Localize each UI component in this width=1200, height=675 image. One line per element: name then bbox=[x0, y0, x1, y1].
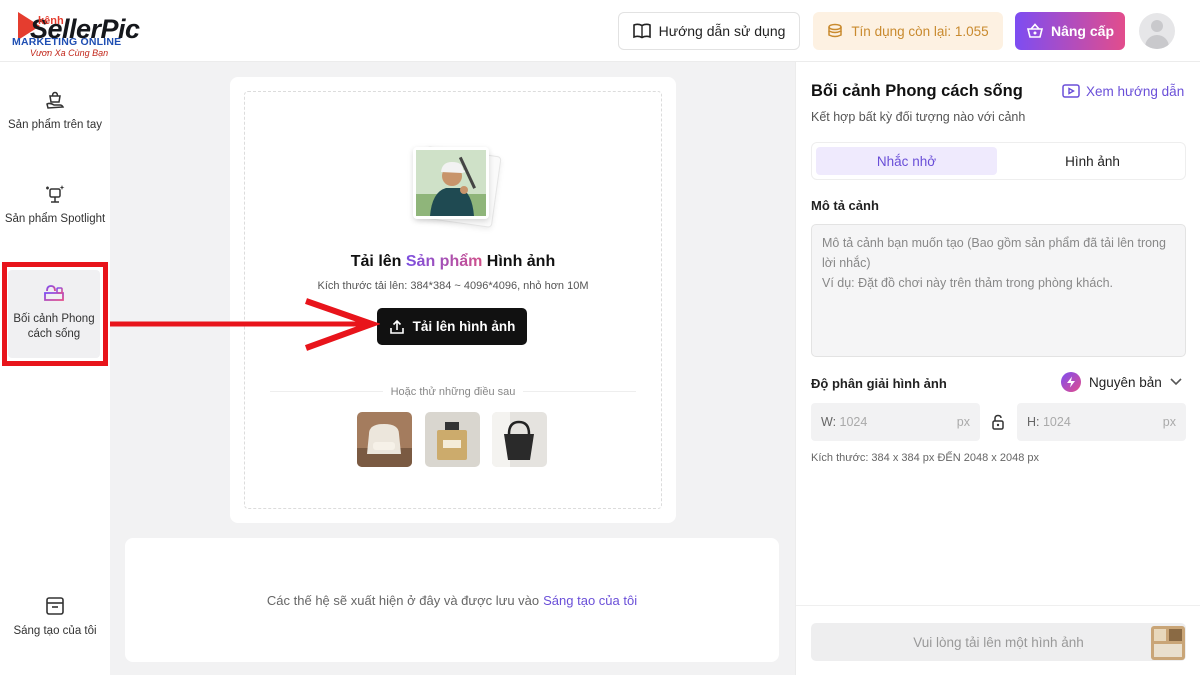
upgrade-label: Nâng cấp bbox=[1050, 23, 1114, 39]
height-key: H: bbox=[1027, 415, 1040, 429]
gallery-thumbnail[interactable] bbox=[1151, 626, 1185, 660]
avatar[interactable] bbox=[1139, 13, 1175, 49]
upload-image-button[interactable]: Tải lên hình ảnh bbox=[377, 308, 527, 345]
resolution-label: Độ phân giải hình ảnh bbox=[811, 376, 947, 391]
width-key: W: bbox=[821, 415, 837, 429]
archive-icon bbox=[43, 594, 67, 618]
scene-description-input[interactable]: Mô tả cảnh bạn muốn tạo (Bao gồm sản phẩ… bbox=[811, 224, 1186, 357]
upload-size-note: Kích thước tải lên: 384*384 ~ 4096*4096,… bbox=[317, 280, 589, 292]
sample-armchair[interactable] bbox=[357, 412, 412, 467]
generate-button[interactable]: Vui lòng tải lên một hình ảnh bbox=[811, 623, 1186, 661]
credit-badge[interactable]: Tín dụng còn lại: 1.055 bbox=[813, 12, 1003, 50]
sidebar-item-label: Sản phẩm Spotlight bbox=[4, 213, 106, 225]
scene-description-label: Mô tả cảnh bbox=[811, 198, 879, 213]
sidebar-item-my-creations[interactable]: Sáng tạo của tôi bbox=[0, 594, 110, 639]
upload-title: Tải lên Sản phẩm Hình ảnh bbox=[230, 253, 676, 271]
lightning-icon bbox=[1061, 372, 1081, 392]
avatar-head-shape bbox=[1151, 20, 1163, 32]
try-samples-label: Hoặc thử những điều sau bbox=[230, 386, 676, 398]
generations-note: Các thế hệ sẽ xuất hiện ở đây và được lư… bbox=[266, 592, 540, 608]
resolution-value: Nguyên bản bbox=[1089, 374, 1162, 390]
credit-label: Tín dụng còn lại: 1.055 bbox=[851, 23, 989, 39]
sidebar-item-hand-product[interactable]: Sản phẩm trên tay bbox=[0, 88, 110, 133]
upload-title-pre: Tải lên bbox=[350, 253, 406, 270]
dimension-range-note: Kích thước: 384 x 384 px ĐẾN 2048 x 2048… bbox=[811, 452, 1039, 464]
unlock-icon[interactable] bbox=[990, 414, 1006, 430]
tab-image[interactable]: Hình ảnh bbox=[1002, 147, 1183, 175]
settings-panel: Bối cảnh Phong cách sống Xem hướng dẫn K… bbox=[795, 62, 1200, 675]
sample-perfume[interactable] bbox=[425, 412, 480, 467]
sidebar-item-spotlight[interactable]: Sản phẩm Spotlight bbox=[0, 182, 110, 227]
width-input[interactable]: W: 1024 px bbox=[811, 403, 980, 441]
user-guide-label: Hướng dẫn sử dụng bbox=[658, 23, 786, 39]
panel-subtitle: Kết hợp bất kỳ đối tượng nào với cảnh bbox=[811, 110, 1026, 124]
mode-tabs: Nhắc nhở Hình ảnh bbox=[811, 142, 1186, 180]
my-creations-link[interactable]: Sáng tạo của tôi bbox=[543, 593, 637, 608]
panel-title: Bối cảnh Phong cách sống bbox=[811, 82, 1023, 100]
width-unit: px bbox=[956, 415, 970, 429]
view-guide-link[interactable]: Xem hướng dẫn bbox=[1062, 83, 1184, 99]
annotation-highlight-box bbox=[2, 262, 108, 366]
chevron-down-icon bbox=[1170, 378, 1182, 386]
generations-card: Các thế hệ sẽ xuất hiện ở đây và được lư… bbox=[125, 538, 779, 662]
top-header: SellerPic kênh MARKETING ONLINE Vươn Xa … bbox=[0, 0, 1200, 62]
width-value: 1024 bbox=[839, 415, 868, 429]
sidebar-item-label: Sản phẩm trên tay bbox=[8, 119, 102, 131]
desc-placeholder-line2: Ví dụ: Đặt đồ chơi này trên thảm trong p… bbox=[822, 276, 1114, 290]
user-guide-button[interactable]: Hướng dẫn sử dụng bbox=[618, 12, 800, 50]
sample-handbag[interactable] bbox=[492, 412, 547, 467]
golfer-photo bbox=[413, 147, 489, 219]
sample-photo-stack bbox=[413, 146, 502, 228]
logo-subtitle: MARKETING ONLINE bbox=[12, 36, 122, 48]
logo[interactable]: SellerPic kênh MARKETING ONLINE Vươn Xa … bbox=[12, 10, 162, 58]
sidebar-item-label: Sáng tạo của tôi bbox=[13, 625, 97, 637]
upload-title-post: Hình ảnh bbox=[482, 253, 556, 270]
desc-placeholder-line1: Mô tả cảnh bạn muốn tạo (Bao gồm sản phẩ… bbox=[822, 236, 1166, 270]
hand-bag-icon bbox=[43, 88, 67, 112]
coins-icon bbox=[828, 23, 843, 38]
video-icon bbox=[1062, 84, 1080, 98]
avatar-body-shape bbox=[1145, 35, 1169, 49]
book-icon bbox=[632, 23, 651, 39]
height-input[interactable]: H: 1024 px bbox=[1017, 403, 1186, 441]
crown-basket-icon bbox=[1026, 23, 1044, 38]
annotation-arrow bbox=[110, 298, 380, 351]
tab-prompt[interactable]: Nhắc nhở bbox=[816, 147, 997, 175]
height-unit: px bbox=[1162, 415, 1176, 429]
upload-title-highlight: Sản phẩm bbox=[405, 253, 483, 270]
logo-slogan: Vươn Xa Cùng Bạn bbox=[30, 48, 109, 58]
spotlight-icon bbox=[43, 182, 67, 206]
left-sidebar: Sản phẩm trên tay Sản phẩm Spotlight Bối… bbox=[0, 62, 110, 675]
panel-footer: Vui lòng tải lên một hình ảnh bbox=[796, 605, 1200, 675]
view-guide-label: Xem hướng dẫn bbox=[1086, 83, 1185, 99]
upload-button-label: Tải lên hình ảnh bbox=[412, 319, 516, 334]
height-value: 1024 bbox=[1042, 415, 1071, 429]
resolution-select[interactable]: Nguyên bản bbox=[1061, 372, 1182, 392]
upgrade-button[interactable]: Nâng cấp bbox=[1015, 12, 1125, 50]
logo-overlay-text: kênh bbox=[38, 15, 64, 27]
upload-icon bbox=[389, 319, 404, 334]
